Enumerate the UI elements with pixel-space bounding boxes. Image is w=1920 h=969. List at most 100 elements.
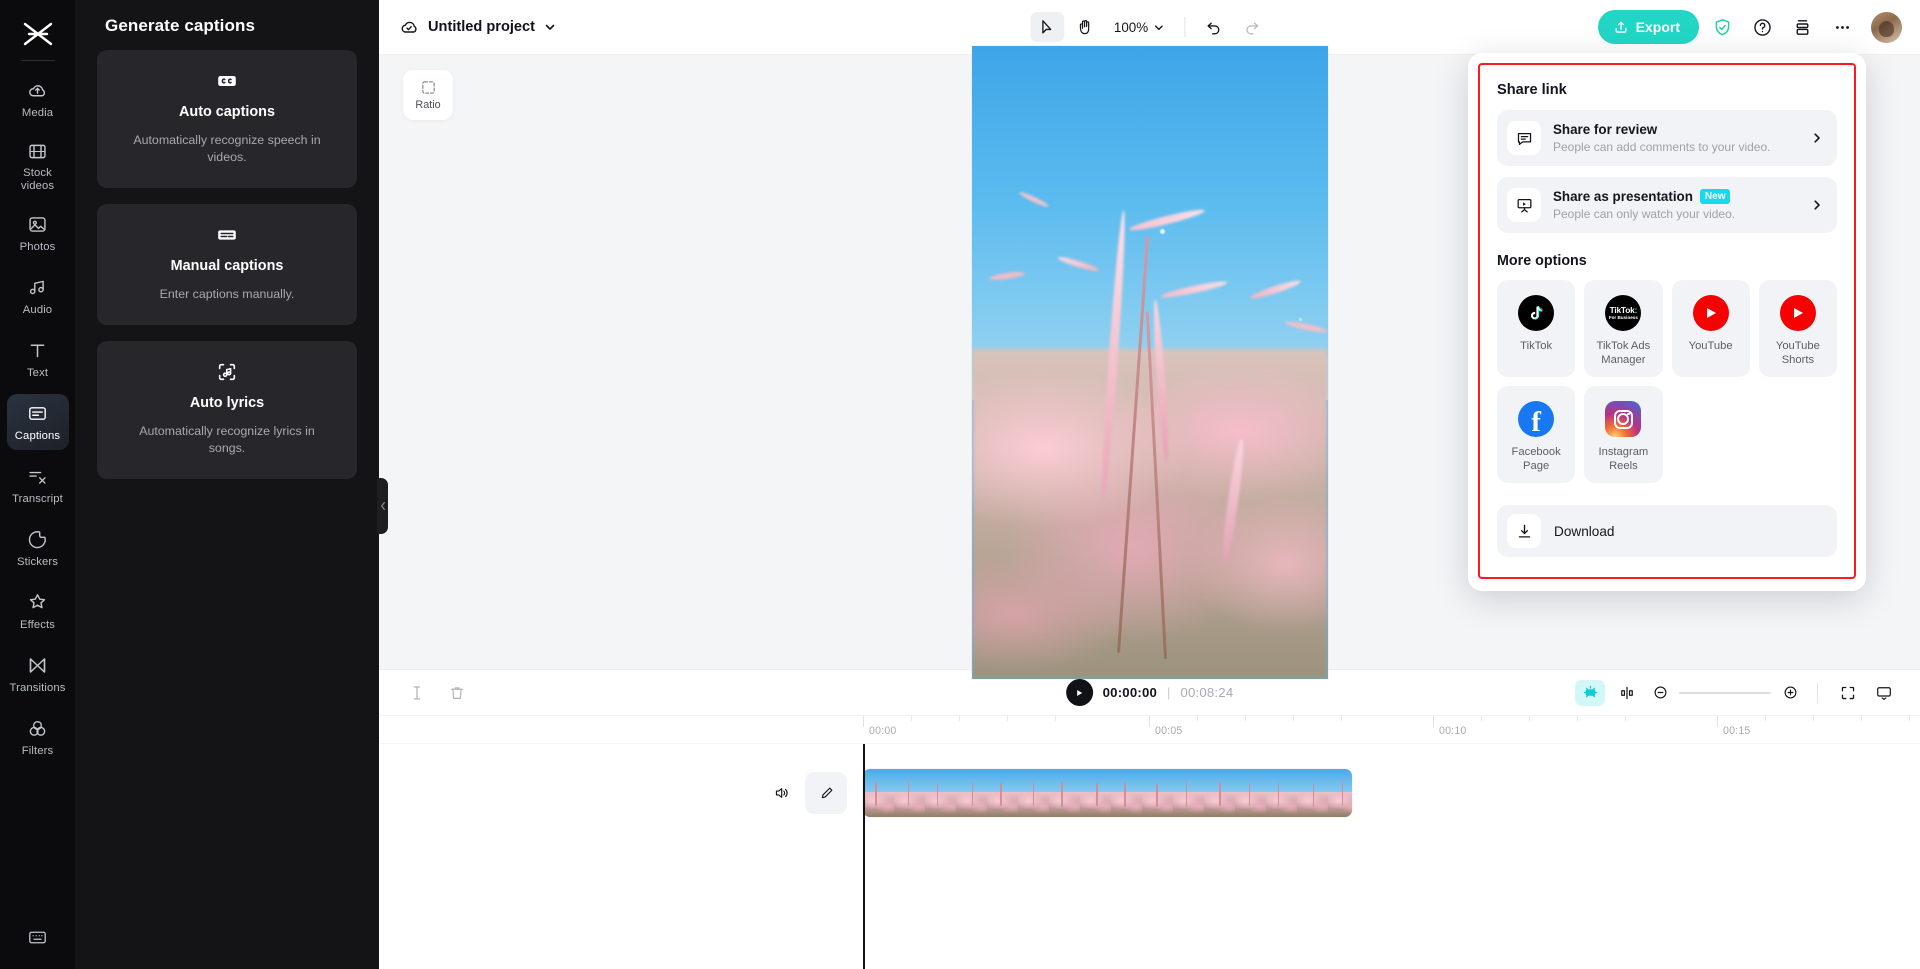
download-button[interactable]: Download — [1497, 505, 1837, 557]
sidebar-item-text[interactable]: Text — [7, 331, 69, 387]
toolbar-right-group: Export — [1597, 10, 1902, 44]
clip-thumbnail — [863, 769, 894, 817]
help-button[interactable] — [1745, 10, 1779, 44]
sticker-icon — [26, 528, 50, 552]
zoom-slider-track[interactable] — [1679, 691, 1771, 694]
avatar[interactable] — [1871, 11, 1902, 43]
sidebar-item-label: Photos — [19, 240, 56, 253]
transcript-icon — [26, 465, 50, 489]
capcut-logo-icon[interactable] — [15, 14, 61, 54]
panel-collapse-handle[interactable] — [377, 478, 388, 534]
split-clip-button[interactable] — [403, 679, 431, 707]
video-preview[interactable] — [971, 45, 1328, 679]
share-option-tiktok[interactable]: TikTok — [1497, 280, 1576, 377]
zoom-out-minus-icon — [1654, 686, 1666, 699]
split-marker-button[interactable] — [1613, 679, 1641, 707]
left-nav-rail: Media Stock videos Photos Audio Text Cap… — [0, 0, 75, 969]
download-label: Download — [1554, 523, 1615, 539]
sidebar-item-label: Media — [21, 106, 54, 119]
share-as-presentation-text: Share as presentation New People can onl… — [1553, 189, 1811, 221]
sidebar-item-stock-videos[interactable]: Stock videos — [7, 134, 69, 198]
cursor-arrow-icon — [1042, 19, 1052, 34]
select-tool-button[interactable] — [1029, 12, 1064, 42]
project-name-button[interactable]: Untitled project — [399, 17, 556, 37]
share-option-facebook-page[interactable]: f Facebook Page — [1497, 386, 1576, 483]
ratio-button[interactable]: Ratio — [403, 70, 453, 120]
download-arrow-icon — [1507, 514, 1541, 548]
shield-check-button[interactable] — [1705, 10, 1739, 44]
manual-captions-card[interactable]: Manual captions Enter captions manually. — [97, 204, 357, 325]
sidebar-item-media[interactable]: Media — [7, 71, 69, 127]
fit-screen-button[interactable] — [1834, 679, 1862, 707]
zoom-in-plus-icon — [1784, 686, 1796, 699]
sidebar-item-label: Stickers — [17, 555, 58, 568]
zoom-level-selector[interactable]: 100% — [1106, 20, 1172, 35]
sidebar-item-captions[interactable]: Captions — [6, 394, 69, 450]
sidebar-item-audio[interactable]: Audio — [7, 268, 69, 324]
timeline: 00:00:00 | 00:08:24 00:00 00:05 00:10 00… — [379, 669, 1920, 969]
card-description: Automatically recognize lyrics in songs. — [139, 424, 315, 455]
sidebar-item-photos[interactable]: Photos — [7, 205, 69, 261]
share-option-tiktok-ads-manager[interactable]: TikTok: For Business TikTok Ads Manager — [1584, 280, 1663, 377]
clip-thumbnail — [1204, 769, 1235, 817]
timeline-divider — [1817, 682, 1818, 703]
clip-thumbnail — [1328, 769, 1352, 817]
play-button[interactable] — [1065, 679, 1093, 706]
hand-tool-button[interactable] — [1068, 12, 1102, 42]
zoom-in-button[interactable] — [1779, 682, 1801, 704]
share-for-review-text: Share for review People can add comments… — [1553, 122, 1811, 154]
magic-ai-button[interactable] — [1575, 679, 1605, 706]
delete-button[interactable] — [443, 679, 471, 707]
share-option-instagram-reels[interactable]: Instagram Reels — [1584, 386, 1663, 483]
sparkle-star-icon — [26, 591, 50, 615]
card-description: Automatically recognize speech in videos… — [133, 133, 321, 164]
chevron-right-icon[interactable] — [1811, 132, 1823, 144]
export-upload-icon — [1615, 21, 1627, 33]
page-title: Generate captions — [105, 16, 256, 35]
sidebar-item-transitions[interactable]: Transitions — [7, 646, 69, 702]
sidebar-item-effects[interactable]: Effects — [7, 583, 69, 639]
option-label: TikTok — [1520, 340, 1553, 352]
share-option-youtube[interactable]: YouTube — [1671, 280, 1750, 377]
cc-icon — [113, 70, 341, 92]
edit-pencil-icon — [821, 787, 832, 798]
timeline-zoom-slider[interactable] — [1649, 682, 1801, 704]
timeline-ruler[interactable]: 00:00 00:05 00:10 00:15 00:20 00:2 — [379, 716, 1920, 744]
instagram-logo-icon — [1605, 401, 1642, 437]
preview-monitor-button[interactable] — [1870, 679, 1898, 707]
redo-button[interactable] — [1235, 12, 1269, 42]
clip-thumbnail — [1018, 769, 1049, 817]
timeline-left-tools — [403, 679, 471, 707]
share-option-youtube-shorts[interactable]: YouTube Shorts — [1758, 280, 1837, 377]
more-options-button[interactable] — [1825, 10, 1859, 44]
chevron-down-icon[interactable] — [544, 21, 556, 33]
keyboard-shortcuts-icon[interactable] — [27, 927, 48, 953]
sidebar-item-label: Transitions — [9, 681, 66, 694]
sidebar-item-filters[interactable]: Filters — [7, 709, 69, 765]
chevron-left-icon — [380, 502, 385, 510]
auto-lyrics-card[interactable]: Auto lyrics Automatically recognize lyri… — [97, 341, 357, 479]
current-time: 00:00:00 — [1102, 685, 1158, 700]
sidebar-item-stickers[interactable]: Stickers — [7, 520, 69, 576]
track-volume-button[interactable] — [769, 780, 795, 806]
zoom-out-button[interactable] — [1649, 682, 1671, 704]
row-description: People can only watch your video. — [1553, 207, 1736, 221]
share-popup: Share link Share for review People can a… — [1468, 53, 1866, 591]
timeline-right-tools — [1575, 679, 1898, 707]
video-clip[interactable] — [863, 769, 1352, 817]
rail-items: Media Stock videos Photos Audio Text Cap… — [0, 71, 75, 772]
sidebar-item-transcript[interactable]: Transcript — [7, 457, 69, 513]
shield-check-icon — [1715, 18, 1729, 35]
auto-captions-card[interactable]: Auto captions Automatically recognize sp… — [97, 50, 357, 188]
export-button[interactable]: Export — [1597, 10, 1699, 44]
toolbar-center-group: 100% — [1029, 12, 1269, 42]
film-strip-icon — [26, 139, 50, 163]
undo-button[interactable] — [1197, 12, 1231, 42]
share-as-presentation-row[interactable]: Share as presentation New People can onl… — [1497, 177, 1837, 233]
chevron-right-icon[interactable] — [1811, 199, 1823, 211]
share-for-review-row[interactable]: Share for review People can add comments… — [1497, 110, 1837, 166]
playhead[interactable] — [863, 744, 865, 969]
music-note-icon — [26, 276, 50, 300]
layers-panel-button[interactable] — [1785, 10, 1819, 44]
track-edit-button[interactable] — [805, 772, 847, 814]
